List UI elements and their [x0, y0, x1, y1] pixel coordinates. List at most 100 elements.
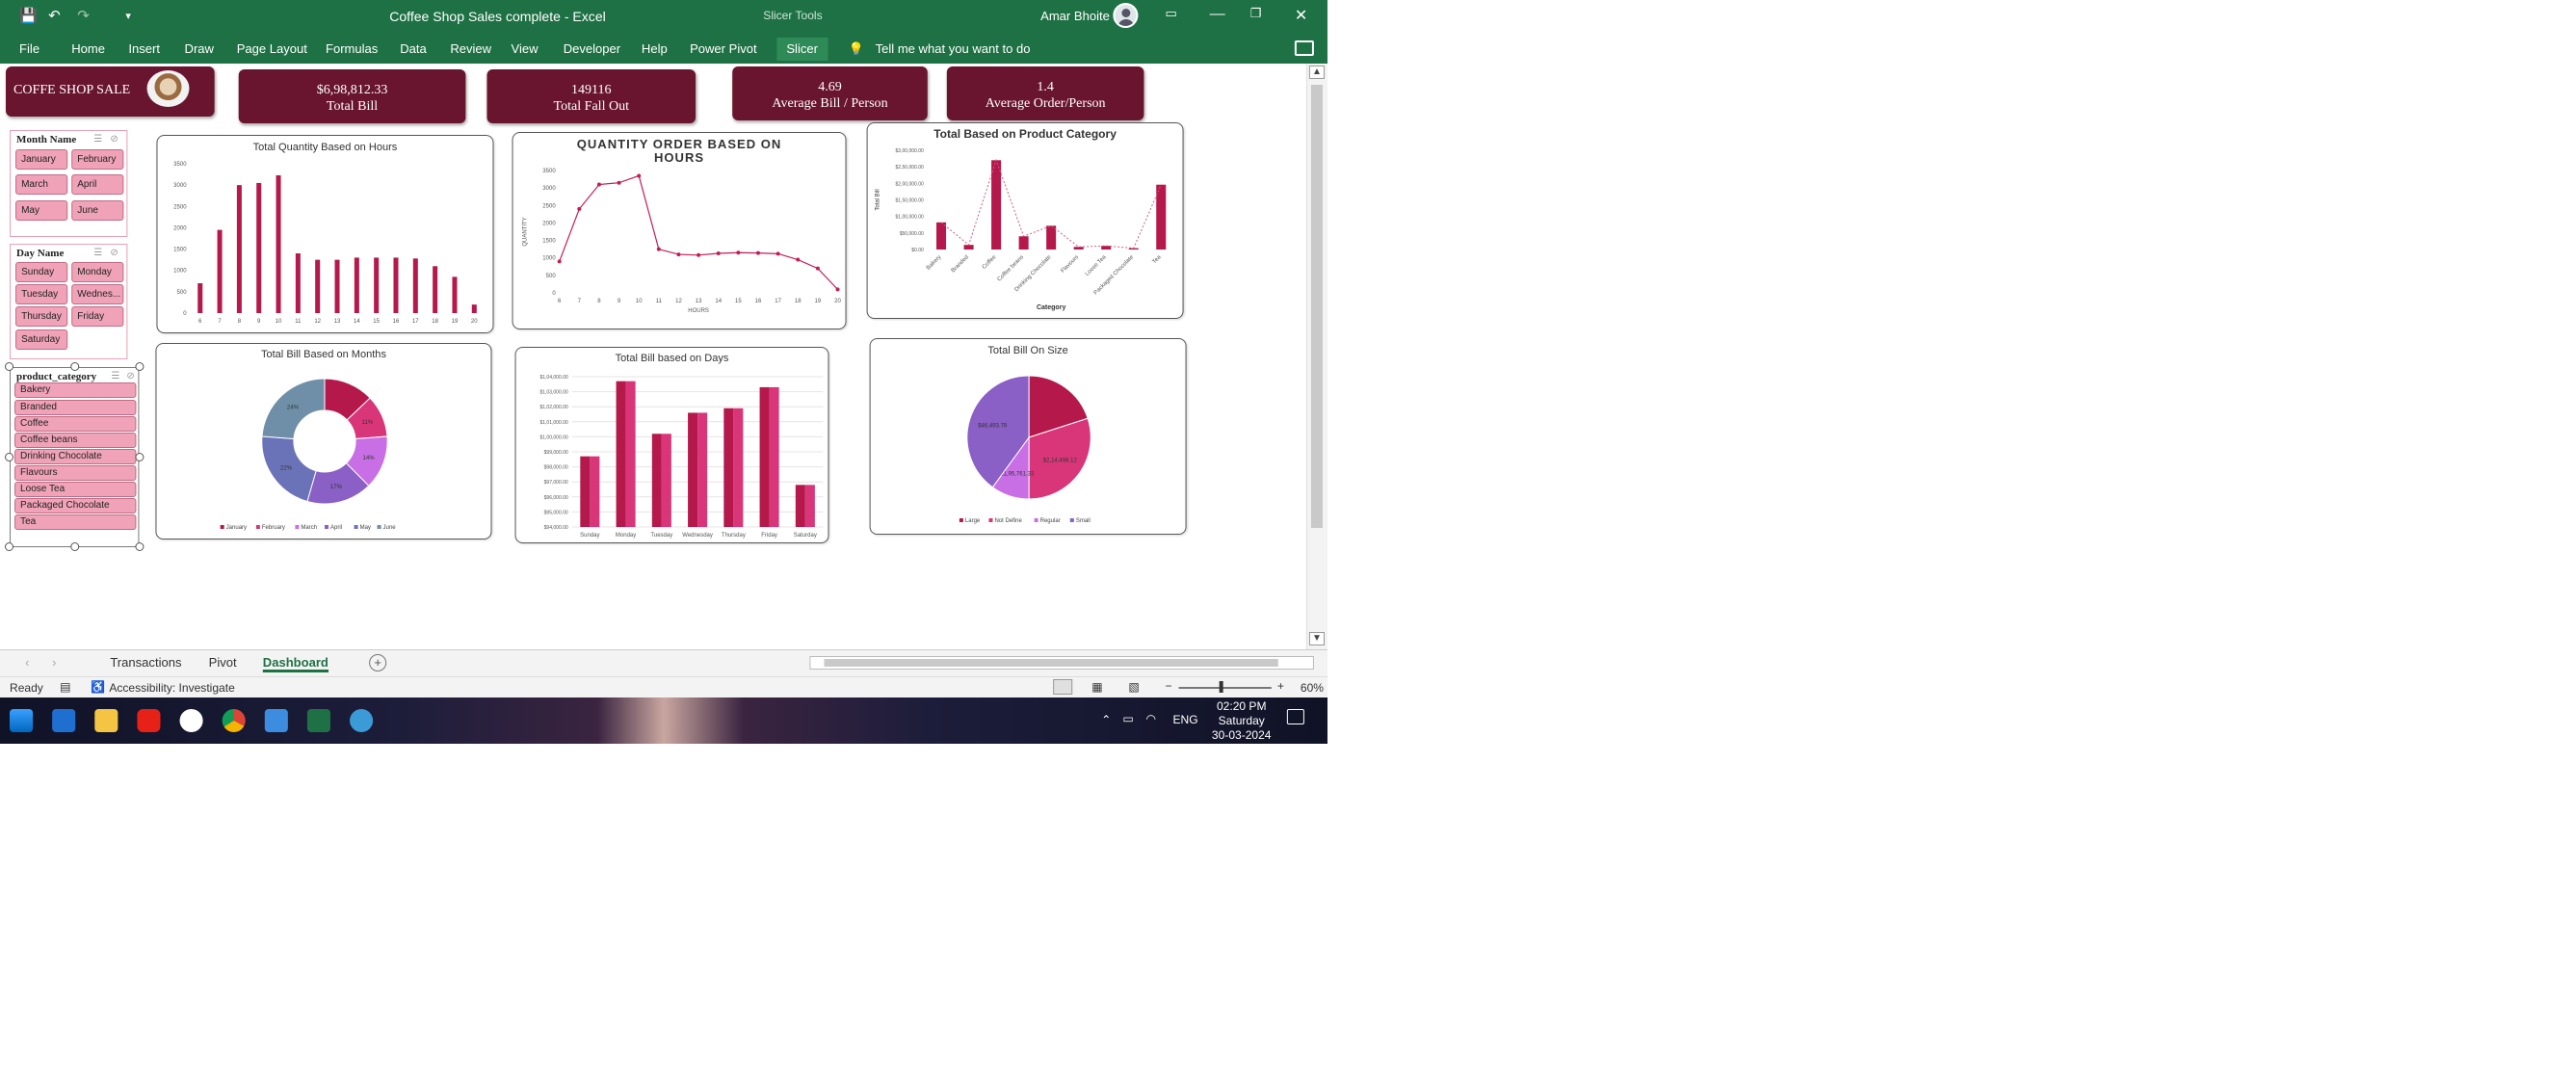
resize-handle[interactable] — [70, 542, 80, 551]
windows-start-icon[interactable] — [10, 709, 34, 732]
slicer-item-april[interactable]: April — [71, 174, 124, 195]
slicer-item-january[interactable]: January — [15, 149, 68, 170]
browser-icon[interactable] — [350, 709, 374, 732]
avatar[interactable] — [1113, 3, 1139, 28]
chrome-icon[interactable] — [222, 709, 246, 732]
slicer-item-tea[interactable]: Tea — [14, 514, 137, 530]
slicer-item-sunday[interactable]: Sunday — [15, 262, 68, 282]
language-indicator[interactable]: ENG — [1173, 713, 1198, 726]
slicer-item-branded[interactable]: Branded — [14, 400, 137, 415]
accessibility-status[interactable]: Accessibility: Investigate — [109, 681, 234, 695]
clear-filter-icon[interactable]: ⊘ — [126, 371, 134, 382]
resize-handle[interactable] — [5, 362, 14, 371]
scroll-thumb[interactable] — [1310, 85, 1323, 528]
user-name[interactable]: Amar Bhoite — [1040, 9, 1110, 23]
chevron-up-icon[interactable]: ⌃ — [1101, 713, 1111, 726]
minimize-icon[interactable]: — — [1210, 6, 1225, 23]
youtube-icon[interactable] — [137, 709, 161, 732]
slicer-item-loose-tea[interactable]: Loose Tea — [14, 482, 137, 497]
macro-icon[interactable]: ▤ — [60, 680, 70, 694]
slicer-item-tuesday[interactable]: Tuesday — [15, 284, 68, 304]
tab-file[interactable]: File — [19, 41, 39, 56]
vscode-icon[interactable] — [52, 709, 76, 732]
prev-sheet-icon[interactable]: ‹ — [25, 653, 29, 672]
restore-icon[interactable]: ❐ — [1250, 6, 1262, 21]
slicer-item-february[interactable]: February — [71, 149, 124, 170]
accessibility-icon[interactable]: ♿ — [91, 680, 105, 694]
page-layout-view-icon[interactable]: ▦ — [1091, 680, 1102, 694]
slicer-item-may[interactable]: May — [15, 200, 68, 221]
slicer-item-drinking-chocolate[interactable]: Drinking Chocolate — [14, 449, 137, 464]
tab-draw[interactable]: Draw — [185, 41, 214, 56]
tab-data[interactable]: Data — [400, 41, 427, 56]
tab-view[interactable]: View — [512, 41, 539, 56]
slicer-item-june[interactable]: June — [71, 200, 124, 221]
notepad-icon[interactable] — [264, 709, 288, 732]
multi-select-icon[interactable]: ☰ — [111, 371, 119, 382]
resize-handle[interactable] — [135, 542, 145, 551]
chart-quantity-hours-bar[interactable]: Total Quantity Based on Hours 0 500 1000 15… — [156, 135, 494, 333]
zoom-thumb[interactable] — [1219, 681, 1223, 693]
resize-handle[interactable] — [135, 362, 145, 371]
tab-slicer[interactable]: Slicer — [776, 38, 828, 61]
tab-formulas[interactable]: Formulas — [326, 41, 378, 56]
slicer-item-saturday[interactable]: Saturday — [15, 329, 68, 350]
tell-me-search[interactable]: Tell me what you want to do — [876, 41, 1031, 56]
resize-handle[interactable] — [135, 453, 145, 461]
slicer-item-bakery[interactable]: Bakery — [14, 382, 137, 398]
chart-days-bar[interactable]: Total Bill based on Days $94,000.00 $95,0… — [514, 347, 829, 543]
slicer-item-march[interactable]: March — [15, 174, 68, 195]
taskbar-clock[interactable]: 02:20 PM Saturday 30-03-2024 — [1208, 699, 1275, 743]
horizontal-scrollbar[interactable] — [809, 656, 1314, 670]
tab-developer[interactable]: Developer — [564, 41, 620, 56]
resize-handle[interactable] — [5, 542, 14, 551]
slicer-item-packaged-chocolate[interactable]: Packaged Chocolate — [14, 498, 137, 513]
close-icon[interactable]: ✕ — [1295, 6, 1307, 25]
clear-filter-icon[interactable]: ⊘ — [110, 134, 118, 145]
comments-icon[interactable] — [1294, 40, 1314, 56]
slicer-item-thursday[interactable]: Thursday — [15, 306, 68, 327]
scroll-up-icon[interactable]: ▲ — [1308, 66, 1325, 79]
excel-icon[interactable] — [306, 709, 330, 732]
resize-handle[interactable] — [5, 453, 14, 461]
chart-size-pie[interactable]: Total Bill On Size $2,14,498.12 $1,95,761… — [869, 338, 1187, 535]
zoom-slider[interactable] — [1178, 687, 1272, 689]
page-break-view-icon[interactable]: ▧ — [1128, 680, 1139, 694]
clear-filter-icon[interactable]: ⊘ — [110, 248, 118, 258]
normal-view-icon[interactable] — [1053, 679, 1073, 695]
chart-months-donut[interactable]: Total Bill Based on Months 11% 14% 17% 22% 2… — [155, 343, 492, 540]
multi-select-icon[interactable]: ☰ — [93, 248, 102, 258]
sheet-tab-transactions[interactable]: Transactions — [110, 653, 181, 672]
zoom-out-icon[interactable]: − — [1165, 679, 1171, 693]
slicer-item-flavours[interactable]: Flavours — [14, 465, 137, 481]
multi-select-icon[interactable]: ☰ — [93, 134, 102, 145]
tab-home[interactable]: Home — [71, 41, 105, 56]
vertical-scrollbar[interactable]: ▲ ▼ — [1305, 64, 1327, 649]
chart-quantity-hours-line[interactable]: QUANTITY ORDER BASED ON HOURS 0 500 1000 15… — [512, 132, 847, 329]
wifi-icon[interactable]: ◠ — [1145, 712, 1156, 725]
slicer-item-monday[interactable]: Monday — [71, 262, 124, 282]
next-sheet-icon[interactable]: › — [52, 653, 56, 672]
whatsapp-icon[interactable] — [179, 709, 203, 732]
ribbon-display-icon[interactable]: ▭ — [1165, 6, 1176, 21]
slicer-item-coffee-beans[interactable]: Coffee beans — [14, 433, 137, 448]
zoom-level[interactable]: 60% — [1301, 681, 1324, 695]
slicer-item-wednesday[interactable]: Wednes... — [71, 284, 124, 304]
resize-handle[interactable] — [70, 362, 80, 371]
slicer-item-coffee[interactable]: Coffee — [14, 416, 137, 432]
scroll-down-icon[interactable]: ▼ — [1308, 632, 1325, 645]
tab-insert[interactable]: Insert — [128, 41, 160, 56]
zoom-in-icon[interactable]: + — [1277, 679, 1284, 693]
scroll-thumb[interactable] — [824, 659, 1278, 667]
file-explorer-icon[interactable] — [94, 709, 118, 732]
add-sheet-icon[interactable]: + — [369, 654, 387, 671]
sheet-tab-pivot[interactable]: Pivot — [209, 653, 237, 672]
battery-icon[interactable]: ▭ — [1122, 712, 1133, 725]
notifications-icon[interactable] — [1286, 709, 1304, 724]
sheet-tab-dashboard[interactable]: Dashboard — [262, 653, 329, 672]
tab-review[interactable]: Review — [450, 41, 491, 56]
tab-help[interactable]: Help — [642, 41, 668, 56]
category-slicer[interactable]: product_category ☰ ⊘ Bakery Branded Coff… — [10, 367, 140, 547]
tab-power-pivot[interactable]: Power Pivot — [690, 41, 757, 56]
slicer-item-friday[interactable]: Friday — [71, 306, 124, 327]
